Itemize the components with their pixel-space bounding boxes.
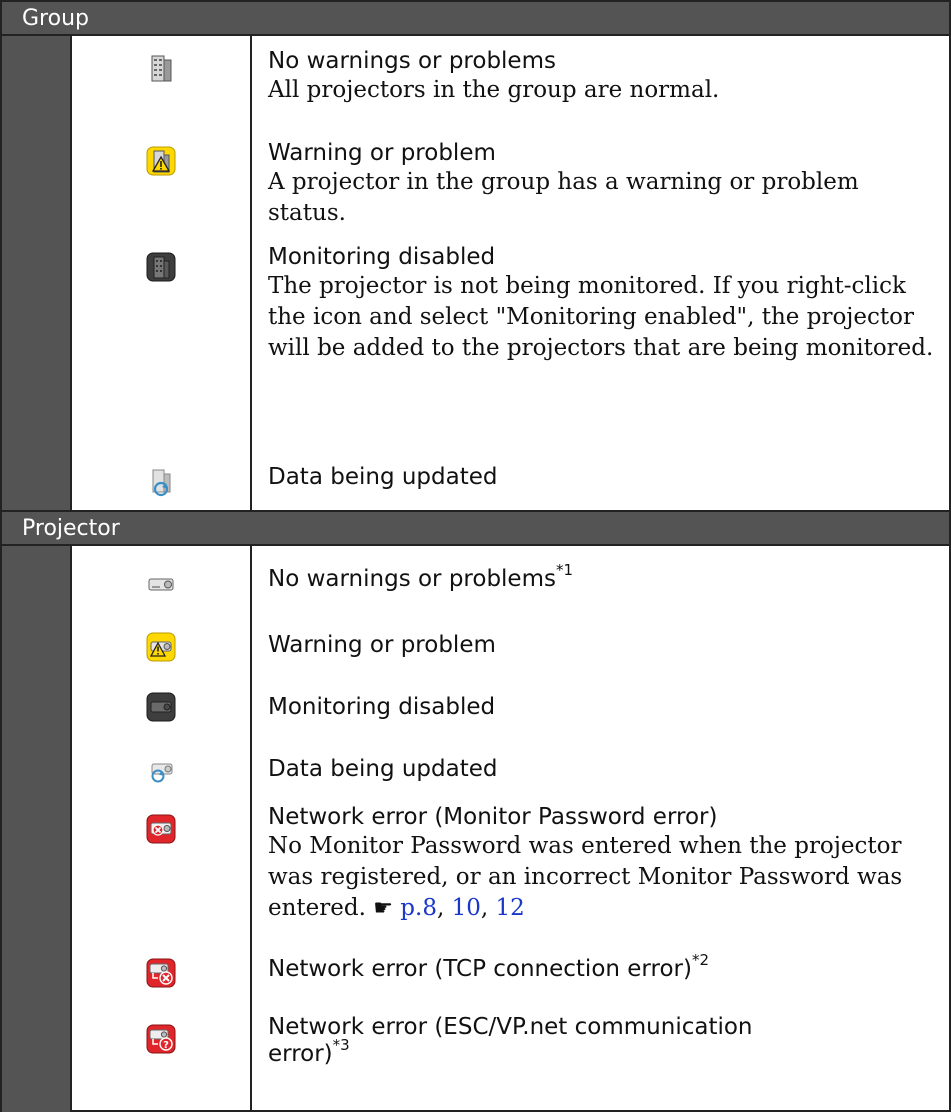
table-row: ? Network error (ESC/VP.net communicatio… — [72, 1004, 949, 1112]
row-title: Data being updated — [268, 464, 498, 490]
table-row: Data being updated — [72, 738, 949, 800]
footnote-marker: *2 — [691, 951, 709, 970]
table-row: Monitoring disabled — [72, 678, 949, 738]
projector-updating-icon — [151, 763, 173, 783]
row-description: A projector in the group has a warning o… — [268, 169, 859, 226]
section-title-projector: Projector — [22, 516, 120, 541]
table-row: No warnings or problems All projectors i… — [72, 36, 949, 140]
page-ref-link[interactable]: 12 — [495, 895, 524, 921]
row-title: Network error (Monitor Password error) — [268, 804, 718, 830]
status-icon-table: Group No warnings or problems All projec… — [0, 0, 951, 1112]
row-title: Monitoring disabled — [268, 244, 496, 270]
projector-disabled-icon — [146, 692, 176, 722]
pointing-hand-icon: ☛ — [373, 896, 393, 921]
group-table: No warnings or problems All projectors i… — [70, 36, 949, 510]
building-disabled-icon — [146, 252, 176, 282]
table-row: Warning or problem A projector in the gr… — [72, 140, 949, 238]
section-body-projector: No warnings or problems*1 Warning or pro… — [2, 546, 949, 1112]
row-description: No Monitor Password was entered when the… — [268, 833, 903, 921]
table-row: Warning or problem — [72, 614, 949, 678]
table-row: Network error (Monitor Password error) N… — [72, 800, 949, 940]
row-title: Monitoring disabled — [268, 694, 496, 720]
footnote-marker: *1 — [555, 561, 574, 580]
row-title: Network error (TCP connection error) — [268, 956, 692, 982]
building-updating-icon — [152, 469, 171, 497]
row-title: Warning or problem — [268, 632, 496, 658]
table-row: No warnings or problems*1 — [72, 546, 949, 614]
section-header-group: Group — [2, 0, 949, 36]
row-description: All projectors in the group are normal. — [268, 77, 720, 103]
row-description: The projector is not being monitored. If… — [268, 273, 934, 361]
projector-warning-icon — [146, 632, 176, 662]
row-title-line-1: Network error (ESC/VP.net communication — [268, 1014, 753, 1040]
building-warning-icon — [146, 146, 176, 176]
projector-escvp-error-icon: ? — [146, 1024, 176, 1054]
row-title: Warning or problem — [268, 140, 496, 166]
section-body-group: No warnings or problems All projectors i… — [2, 36, 949, 510]
projector-password-error-icon — [146, 814, 176, 844]
row-title: Data being updated — [268, 756, 498, 782]
projector-table: No warnings or problems*1 Warning or pro… — [70, 546, 949, 1112]
projector-tcp-error-icon — [146, 958, 176, 988]
table-row: Monitoring disabled The projector is not… — [72, 238, 949, 452]
page-ref-link[interactable]: p.8 — [400, 895, 437, 921]
building-icon — [151, 55, 172, 82]
row-title: No warnings or problems — [268, 48, 556, 74]
svg-text:?: ? — [163, 1040, 169, 1051]
row-title-line-2: error) — [268, 1041, 333, 1067]
section-header-projector: Projector — [2, 510, 949, 546]
projector-icon — [148, 578, 174, 591]
table-row: Data being updated — [72, 452, 949, 510]
table-row: Network error (TCP connection error)*2 — [72, 940, 949, 1004]
row-title: No warnings or problems — [268, 566, 556, 592]
section-title-group: Group — [22, 6, 89, 31]
footnote-marker: *3 — [332, 1036, 350, 1055]
page-ref-link[interactable]: 10 — [452, 895, 481, 921]
